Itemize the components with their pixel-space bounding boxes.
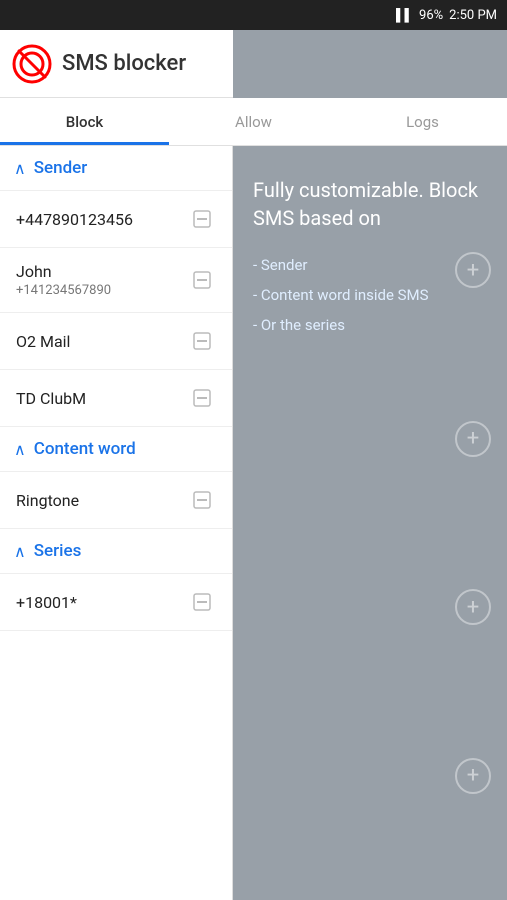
list-item[interactable]: +447890123456: [0, 191, 232, 248]
section-sender-header[interactable]: ∧ Sender: [0, 146, 232, 191]
app-logo: [12, 44, 52, 84]
overlay-title: Fully customizable. Block SMS based on: [253, 176, 487, 232]
delete-icon-1[interactable]: [188, 205, 216, 233]
sender-tdclubm: TD ClubM: [16, 389, 86, 408]
section-series-title: Series: [34, 541, 82, 561]
header-overlay-right: [233, 30, 507, 98]
chevron-up-icon-sender: ∧: [14, 159, 26, 178]
delete-icon-4[interactable]: [188, 384, 216, 412]
list-item[interactable]: +18001*: [0, 574, 232, 631]
overlay-list: - Sender - Content word inside SMS - Or …: [253, 256, 487, 334]
right-panel: Fully customizable. Block SMS based on -…: [233, 146, 507, 900]
add-sender-button-2[interactable]: +: [455, 421, 491, 457]
sender-phone-john: +141234567890: [16, 283, 111, 298]
overlay-list-item: - Or the series: [253, 316, 487, 334]
plus-icon: +: [467, 763, 479, 788]
left-panel: ∧ Sender +447890123456 John +14123456789…: [0, 146, 233, 900]
section-series-header[interactable]: ∧ Series: [0, 529, 232, 574]
add-sender-button[interactable]: +: [455, 252, 491, 288]
signal-icon: ▌▌: [396, 8, 413, 22]
plus-icon: +: [467, 595, 479, 620]
time-display: 2:50 PM: [449, 8, 497, 23]
sender-name-john: John: [16, 262, 111, 281]
delete-icon-2[interactable]: [188, 266, 216, 294]
chevron-up-icon-content: ∧: [14, 440, 26, 459]
plus-icon: +: [467, 426, 479, 451]
main-layout: ∧ Sender +447890123456 John +14123456789…: [0, 146, 507, 900]
tab-bar: Block Allow Logs: [0, 98, 507, 146]
delete-icon-6[interactable]: [188, 588, 216, 616]
overlay-list-item: - Content word inside SMS: [253, 286, 487, 304]
series-item-1: +18001*: [16, 593, 77, 612]
section-sender-title: Sender: [34, 158, 88, 178]
delete-icon-5[interactable]: [188, 486, 216, 514]
list-item[interactable]: O2 Mail: [0, 313, 232, 370]
sender-o2mail: O2 Mail: [16, 332, 70, 351]
tab-logs[interactable]: Logs: [338, 98, 507, 145]
list-item[interactable]: TD ClubM: [0, 370, 232, 427]
tab-active-indicator: [0, 142, 169, 145]
plus-icon: +: [467, 258, 479, 283]
list-item[interactable]: John +141234567890: [0, 248, 232, 313]
battery-indicator: 96%: [419, 8, 443, 23]
add-series-button[interactable]: +: [455, 758, 491, 794]
chevron-up-icon-series: ∧: [14, 542, 26, 561]
section-content-header[interactable]: ∧ Content word: [0, 427, 232, 472]
section-content-title: Content word: [34, 439, 136, 459]
content-ringtone: Ringtone: [16, 491, 79, 510]
add-buttons-area: + + + +: [455, 146, 491, 900]
status-bar: ▌▌ 96% 2:50 PM: [0, 0, 507, 30]
list-item[interactable]: Ringtone: [0, 472, 232, 529]
tab-allow[interactable]: Allow: [169, 98, 338, 145]
app-header: SMS blocker: [0, 30, 233, 98]
add-content-button[interactable]: +: [455, 589, 491, 625]
overlay-list-item: - Sender: [253, 256, 487, 274]
tab-block[interactable]: Block: [0, 98, 169, 145]
sender-phone-1: +447890123456: [16, 210, 133, 229]
app-title: SMS blocker: [62, 51, 186, 76]
delete-icon-3[interactable]: [188, 327, 216, 355]
